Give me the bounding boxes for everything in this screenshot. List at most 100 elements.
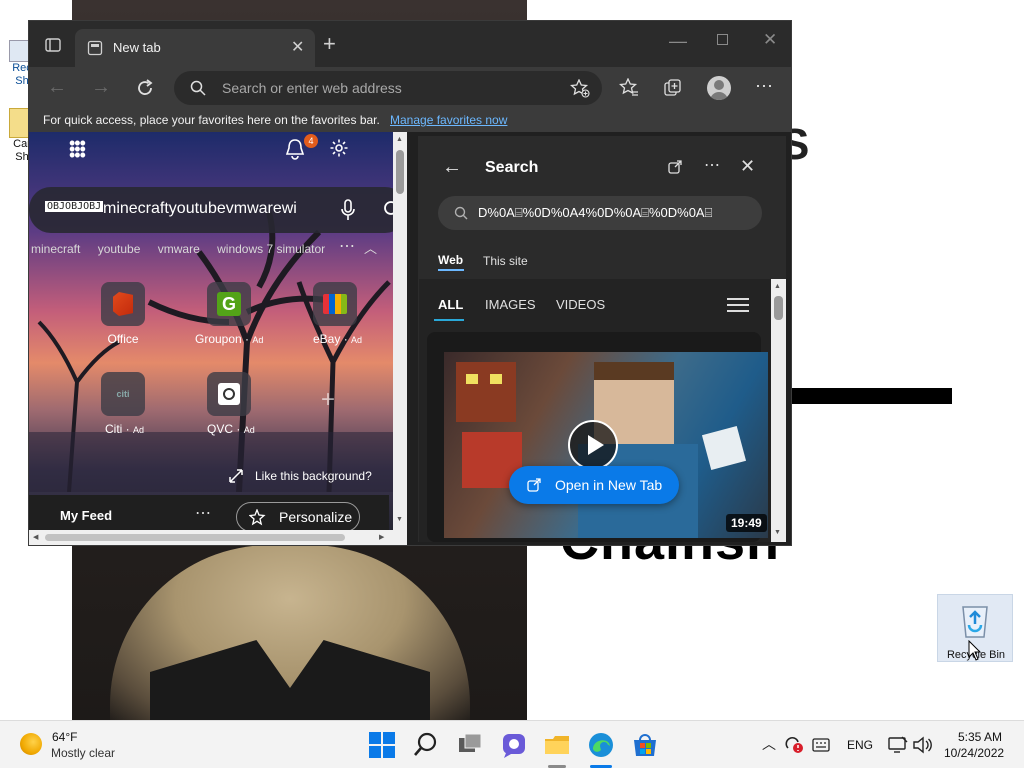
recycle-bin-graphic xyxy=(962,606,988,638)
forward-button[interactable]: → xyxy=(91,76,111,99)
groupon-icon: G xyxy=(217,292,241,316)
apps-launcher-icon[interactable]: ••• ••• ••• xyxy=(69,134,86,164)
chat-icon[interactable] xyxy=(500,731,528,759)
ntp-scroll-thumb[interactable] xyxy=(396,150,404,194)
edge-browser-icon[interactable] xyxy=(587,731,615,759)
show-hidden-icons[interactable]: ︿ xyxy=(762,734,776,754)
results-scroll-down[interactable]: ▼ xyxy=(774,529,781,536)
maximize-button[interactable] xyxy=(717,34,728,45)
suggestions-more-icon[interactable]: ⋯ xyxy=(339,236,355,256)
tile-ebay[interactable] xyxy=(313,282,357,326)
search-suggestions: minecraft youtube vmware windows 7 simul… xyxy=(31,242,325,256)
tile-groupon[interactable]: G xyxy=(207,282,251,326)
results-scrollbar[interactable]: ▲ ▼ xyxy=(771,279,786,542)
network-icon[interactable] xyxy=(888,736,908,754)
tab-bar: New tab ✕ + — ✕ xyxy=(29,21,791,67)
task-view-icon[interactable] xyxy=(456,731,484,759)
address-placeholder: Search or enter web address xyxy=(222,80,402,96)
add-favorite-icon[interactable] xyxy=(570,79,590,98)
horizontal-scrollbar[interactable]: ◀ ▶ xyxy=(29,530,407,545)
weather-desc[interactable]: Mostly clear xyxy=(51,746,115,760)
expand-background-icon[interactable] xyxy=(229,469,243,483)
file-explorer-icon[interactable] xyxy=(543,731,571,759)
scroll-left-arrow[interactable]: ◀ xyxy=(33,533,38,541)
start-button[interactable] xyxy=(368,731,396,759)
filter-videos[interactable]: VIDEOS xyxy=(556,297,605,312)
like-background-link[interactable]: Like this background? xyxy=(255,469,372,483)
microsoft-store-icon[interactable] xyxy=(631,731,659,759)
tab-close-icon[interactable]: ✕ xyxy=(291,37,304,57)
weather-temp[interactable]: 64°F xyxy=(52,730,77,744)
keyboard-icon[interactable] xyxy=(812,738,830,752)
collapse-chevron-icon[interactable]: ︿ xyxy=(364,238,377,257)
volume-icon[interactable] xyxy=(912,736,932,754)
ntp-search-box[interactable]: OBJOBJOBJ minecraftyoutubevmwarewi xyxy=(29,187,407,233)
results-menu-icon[interactable] xyxy=(727,298,749,312)
favbar-hint: For quick access, place your favorites h… xyxy=(43,113,380,127)
h-scroll-thumb[interactable] xyxy=(45,534,345,541)
collections-icon[interactable] xyxy=(663,78,683,98)
tab-web[interactable]: Web xyxy=(438,253,463,267)
scroll-right-arrow[interactable]: ▶ xyxy=(379,533,384,541)
settings-more-icon[interactable]: ⋯ xyxy=(755,76,774,97)
manage-favorites-link[interactable]: Manage favorites now xyxy=(390,113,507,127)
security-update-icon[interactable] xyxy=(784,736,804,754)
refresh-icon[interactable] xyxy=(135,78,155,98)
address-bar[interactable]: Search or enter web address xyxy=(174,71,602,105)
video-thumbnail[interactable]: 19:49 xyxy=(444,352,768,538)
weather-icon[interactable] xyxy=(20,733,42,755)
open-in-tab-icon[interactable] xyxy=(668,160,682,174)
tile-qvc[interactable] xyxy=(207,372,251,416)
tile-office[interactable] xyxy=(101,282,145,326)
page-settings-gear-icon[interactable] xyxy=(329,138,349,158)
minimize-button[interactable]: — xyxy=(669,31,687,52)
tab-actions-icon[interactable] xyxy=(45,37,61,53)
tile-citi[interactable]: citi xyxy=(101,372,145,416)
notifications-bell-icon[interactable] xyxy=(285,138,305,160)
scroll-up-arrow[interactable]: ▲ xyxy=(396,136,403,143)
panel-close-icon[interactable]: ✕ xyxy=(740,156,755,177)
panel-search-input[interactable]: D%0A⌸%0D%0A4%0D%0A⌸%0D%0A⌸ xyxy=(438,196,762,230)
tile-citi-label: Citi · Ad xyxy=(105,422,145,436)
suggestion-vmware[interactable]: vmware xyxy=(158,242,200,256)
new-tab-button[interactable]: + xyxy=(323,31,336,57)
tile-groupon-label: Groupon · Ad xyxy=(195,332,264,346)
open-external-icon xyxy=(527,478,541,492)
tab-new-tab[interactable]: New tab ✕ xyxy=(75,29,315,67)
results-scroll-thumb[interactable] xyxy=(774,296,783,320)
ntp-vertical-scrollbar[interactable]: ▲ ▼ xyxy=(393,132,407,530)
video-result-card[interactable]: 19:49 xyxy=(427,332,768,542)
tab-this-site[interactable]: This site xyxy=(483,254,528,268)
profile-avatar[interactable] xyxy=(707,76,731,100)
favorites-icon[interactable] xyxy=(619,78,639,97)
browser-toolbar: ← → Search or enter web address ⋯ xyxy=(29,67,791,109)
language-indicator[interactable]: ENG xyxy=(847,738,873,752)
clock-time[interactable]: 5:35 AM xyxy=(958,730,1002,744)
personalize-label: Personalize xyxy=(279,509,353,525)
favorites-bar: For quick access, place your favorites h… xyxy=(29,109,791,132)
play-button[interactable] xyxy=(568,420,618,470)
results-scroll-up[interactable]: ▲ xyxy=(774,283,781,290)
close-window-button[interactable]: ✕ xyxy=(763,30,777,50)
filter-images[interactable]: IMAGES xyxy=(485,297,536,312)
feed-more-icon[interactable]: ⋯ xyxy=(195,503,211,523)
new-tab-page: ••• ••• ••• 4 OBJOBJOBJ minecraftyoutubevm… xyxy=(29,132,407,530)
open-in-new-tab-button[interactable]: Open in New Tab xyxy=(509,466,679,504)
taskbar-search-icon[interactable] xyxy=(412,731,440,759)
ntp-search-value: minecraftyoutubevmwarewi xyxy=(103,200,297,217)
new-tab-page-icon xyxy=(87,40,103,56)
back-button[interactable]: ← xyxy=(47,76,67,99)
panel-back-icon[interactable]: ← xyxy=(442,156,462,179)
personalize-button[interactable]: Personalize xyxy=(236,502,360,530)
suggestion-minecraft[interactable]: minecraft xyxy=(31,242,80,256)
open-in-new-tab-label: Open in New Tab xyxy=(555,477,663,493)
filter-all[interactable]: ALL xyxy=(438,297,463,312)
scroll-down-arrow[interactable]: ▼ xyxy=(396,516,403,523)
browser-window: New tab ✕ + — ✕ ← → Search or enter web … xyxy=(28,20,792,546)
panel-more-icon[interactable]: ⋯ xyxy=(704,155,720,175)
suggestion-youtube[interactable]: youtube xyxy=(98,242,141,256)
clock-date[interactable]: 10/24/2022 xyxy=(944,746,1004,760)
add-site-button[interactable]: + xyxy=(321,386,335,414)
microphone-icon[interactable] xyxy=(341,199,355,221)
suggestion-windows-7-simulator[interactable]: windows 7 simulator xyxy=(217,242,325,256)
